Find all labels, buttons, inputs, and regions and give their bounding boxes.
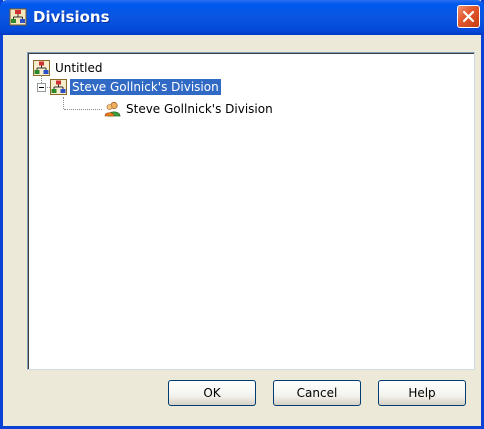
close-icon [462, 10, 475, 23]
divisions-dialog: Divisions Untitled Steve Gollnick's Divi… [0, 0, 484, 429]
tree-node-label: Steve Gollnick's Division [126, 102, 273, 116]
org-chart-icon [50, 79, 67, 95]
tree-node-label: Untitled [55, 61, 103, 75]
help-button[interactable]: Help [378, 380, 466, 406]
cancel-button[interactable]: Cancel [273, 380, 361, 406]
ok-button[interactable]: OK [168, 380, 256, 406]
divisions-icon [9, 8, 27, 26]
org-chart-icon [33, 60, 50, 76]
close-button[interactable] [457, 5, 480, 28]
tree-node-root[interactable]: Untitled [33, 59, 104, 77]
tree-node-label: Steve Gollnick's Division [70, 79, 221, 95]
collapse-toggle[interactable] [37, 83, 46, 92]
title-bar[interactable]: Divisions [0, 0, 484, 35]
window-title: Divisions [33, 8, 110, 26]
tree-node-division[interactable]: Steve Gollnick's Division [50, 78, 221, 96]
tree-node-child[interactable]: Steve Gollnick's Division [104, 100, 275, 118]
user-icon [104, 101, 121, 117]
division-tree[interactable]: Untitled Steve Gollnick's Division Steve… [27, 52, 475, 370]
